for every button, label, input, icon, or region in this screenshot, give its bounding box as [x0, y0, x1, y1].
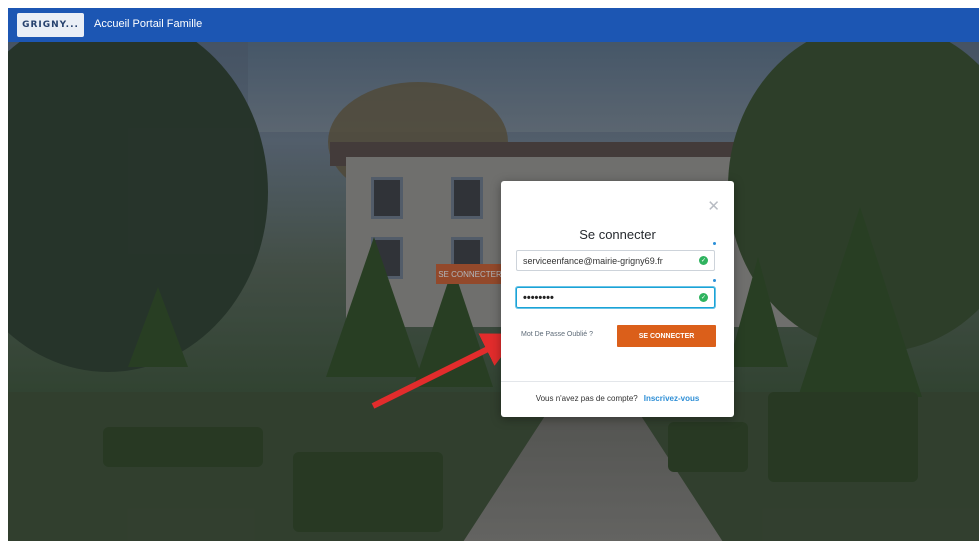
- valid-check-icon: ✓: [699, 293, 708, 302]
- login-button[interactable]: SE CONNECTER: [617, 325, 716, 347]
- modal-title: Se connecter: [579, 227, 656, 242]
- no-account-text: Vous n'avez pas de compte?: [535, 394, 638, 403]
- top-navigation-bar: GRIGNY... Accueil Portail Famille: [8, 8, 979, 42]
- nav-link-accueil-portail-famille[interactable]: Accueil Portail Famille: [94, 18, 202, 30]
- required-dot: [713, 242, 716, 245]
- password-field[interactable]: •••••••• ✓: [516, 287, 715, 308]
- logo-text: GRIGNY...: [22, 20, 79, 30]
- browser-viewport: GRIGNY... Accueil Portail Famille SE CON…: [8, 8, 979, 541]
- register-prompt: Vous n'avez pas de compte? Inscrivez-vous: [501, 394, 734, 403]
- divider: [501, 381, 734, 382]
- forgot-password-link[interactable]: Mot De Passe Oublié ?: [521, 331, 593, 338]
- login-modal: ✕ Se connecter serviceenfance@mairie-gri…: [501, 181, 734, 417]
- password-value: ••••••••: [523, 291, 554, 304]
- register-link[interactable]: Inscrivez-vous: [644, 394, 700, 403]
- modal-backdrop[interactable]: [8, 42, 979, 541]
- email-field[interactable]: serviceenfance@mairie-grigny69.fr ✓: [516, 250, 715, 271]
- email-value: serviceenfance@mairie-grigny69.fr: [523, 255, 663, 266]
- valid-check-icon: ✓: [699, 256, 708, 265]
- required-dot: [713, 279, 716, 282]
- grigny-logo[interactable]: GRIGNY...: [17, 13, 84, 37]
- close-icon[interactable]: ✕: [707, 199, 720, 214]
